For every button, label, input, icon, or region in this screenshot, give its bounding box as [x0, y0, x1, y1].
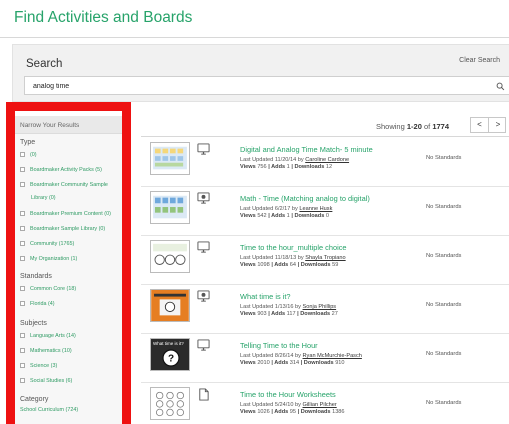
- result-meta: Last Updated 11/20/14 by Caroline Cardon…: [240, 157, 350, 171]
- result-standards: No Standards: [426, 351, 462, 357]
- search-icon[interactable]: [496, 82, 505, 91]
- interactive-monitor-icon: [197, 192, 210, 204]
- result-row[interactable]: What time is it? ? Telling Time to the H…: [141, 334, 509, 382]
- author-link[interactable]: Caroline Cardone: [305, 157, 349, 163]
- result-title-link[interactable]: Math - Time (Matching analog to digital): [240, 194, 370, 203]
- author-link[interactable]: Gillian Pilcher: [303, 402, 337, 408]
- thumbnail-image[interactable]: [150, 191, 190, 224]
- page-title: Find Activities and Boards: [14, 9, 193, 26]
- search-box[interactable]: [24, 76, 509, 95]
- result-title-link[interactable]: What time is it?: [240, 292, 291, 301]
- previous-page-button[interactable]: <: [471, 118, 489, 132]
- search-input[interactable]: [33, 80, 463, 92]
- thumbnail-image[interactable]: [150, 289, 190, 322]
- header-divider: [0, 37, 509, 38]
- author-link[interactable]: Ryan McMurchie-Pasch: [303, 353, 362, 359]
- results-divider: [141, 136, 509, 137]
- result-meta: Last Updated 11/18/13 by Shayla Tropiano…: [240, 255, 346, 269]
- thumbnail-caption: What time is it?: [153, 341, 184, 346]
- result-standards: No Standards: [426, 253, 462, 259]
- monitor-icon: [197, 339, 210, 351]
- result-meta: Last Updated 6/2/17 by Leanne Husk Views…: [240, 206, 333, 220]
- search-panel: Search Clear Search: [12, 44, 509, 102]
- next-page-button[interactable]: >: [489, 118, 507, 132]
- result-row[interactable]: Time to the Hour Worksheets Last Updated…: [141, 383, 509, 424]
- result-standards: No Standards: [426, 204, 462, 210]
- result-title-link[interactable]: Digital and Analog Time Match- 5 minute: [240, 145, 373, 154]
- result-row[interactable]: What time is it? Last Updated 1/13/16 by…: [141, 285, 509, 333]
- thumbnail-image[interactable]: [150, 240, 190, 273]
- author-link[interactable]: Sonja Phillips: [303, 304, 337, 310]
- thumbnail-image[interactable]: [150, 387, 190, 420]
- result-meta: Last Updated 1/13/16 by Sonja Phillips V…: [240, 304, 338, 318]
- result-meta: Last Updated 8/26/14 by Ryan McMurchie-P…: [240, 353, 362, 367]
- results-count: Showing 1-20 of 1774: [376, 122, 449, 131]
- result-standards: No Standards: [426, 302, 462, 308]
- thumbnail-image[interactable]: What time is it? ?: [150, 338, 190, 371]
- result-standards: No Standards: [426, 155, 462, 161]
- result-standards: No Standards: [426, 400, 462, 406]
- thumbnail-image[interactable]: [150, 142, 190, 175]
- result-title-link[interactable]: Time to the Hour Worksheets: [240, 390, 336, 399]
- svg-text:?: ?: [168, 354, 174, 365]
- author-link[interactable]: Shayla Tropiano: [305, 255, 345, 261]
- result-meta: Last Updated 5/24/10 by Gillian Pilcher …: [240, 402, 345, 416]
- result-row[interactable]: Time to the hour_multiple choice Last Up…: [141, 236, 509, 284]
- pagination: < >: [470, 117, 506, 133]
- highlight-box: [6, 102, 131, 424]
- result-title-link[interactable]: Time to the hour_multiple choice: [240, 243, 347, 252]
- result-title-link[interactable]: Telling Time to the Hour: [240, 341, 318, 350]
- clock-icon: ?: [162, 349, 180, 367]
- document-icon: [199, 388, 209, 401]
- result-row[interactable]: Digital and Analog Time Match- 5 minute …: [141, 138, 509, 186]
- clear-search-link[interactable]: Clear Search: [459, 57, 500, 64]
- search-label: Search: [26, 58, 63, 70]
- monitor-icon: [197, 143, 210, 155]
- monitor-icon: [197, 241, 210, 253]
- author-link[interactable]: Leanne Husk: [299, 206, 332, 212]
- result-row[interactable]: Math - Time (Matching analog to digital)…: [141, 187, 509, 235]
- interactive-monitor-icon: [197, 290, 210, 302]
